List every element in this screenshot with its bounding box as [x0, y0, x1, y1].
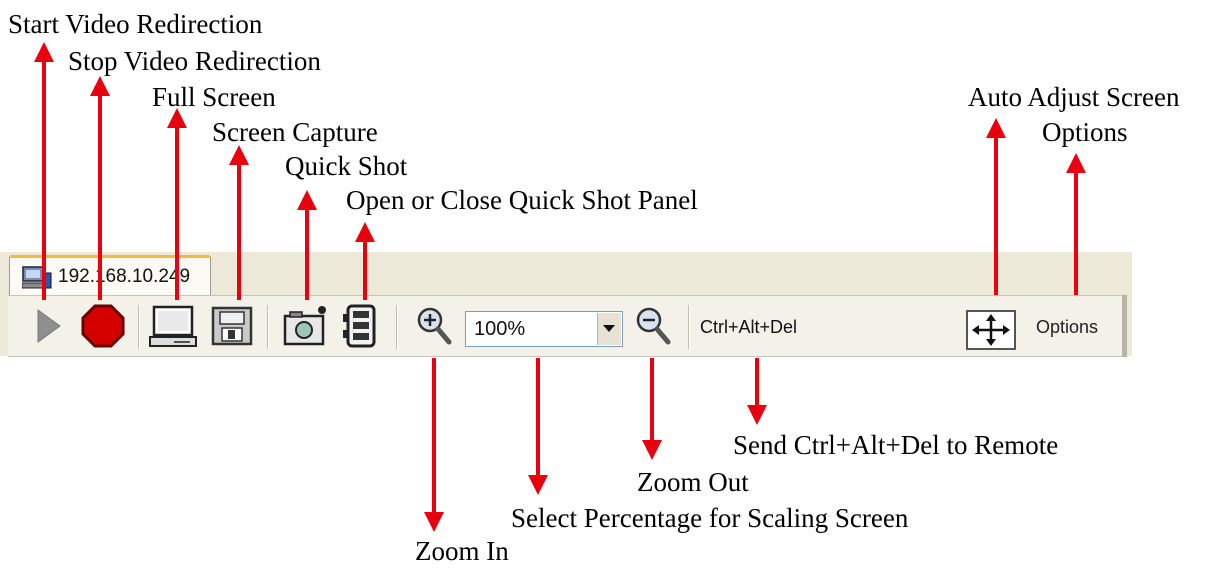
annotated-toolbar-diagram: Start Video Redirection Stop Video Redir… [0, 0, 1212, 568]
callout-arrows [34, 42, 1086, 532]
